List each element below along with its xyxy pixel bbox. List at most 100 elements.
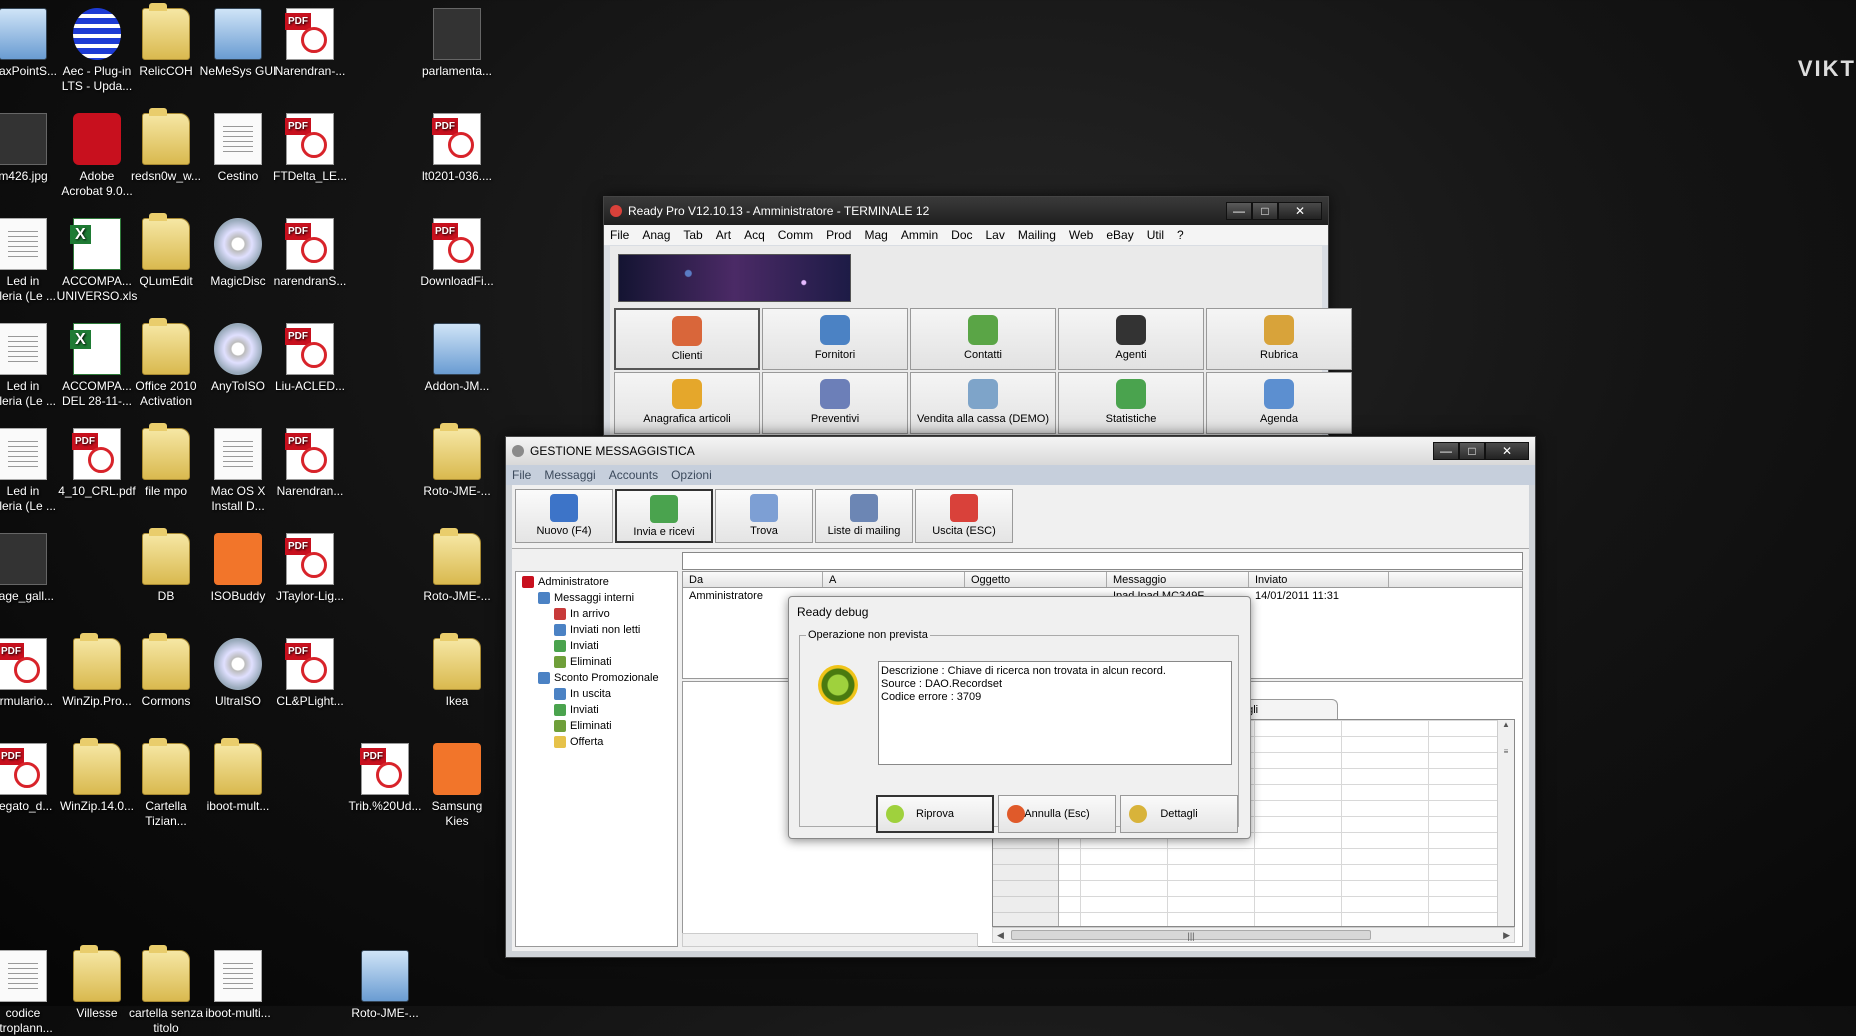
tree-node[interactable]: Administratore — [516, 574, 677, 590]
readypro-menu-util[interactable]: Util — [1147, 228, 1164, 242]
desktop-icon[interactable]: Samsung Kies — [412, 743, 502, 829]
desktop-icon[interactable]: Roto-JME-... — [340, 950, 430, 1021]
search-input[interactable] — [682, 552, 1523, 570]
desktop-icon[interactable]: Addon-JM... — [412, 323, 502, 394]
desktop-icon[interactable]: Roto-JME-... — [412, 528, 502, 604]
readypro-menu-acq[interactable]: Acq — [744, 228, 765, 242]
toolbar-invia-e-ricevibutton[interactable]: Invia e ricevi — [615, 489, 713, 543]
shortcut-contatti[interactable]: Contatti — [910, 308, 1056, 370]
toolbar-divider — [512, 548, 1529, 549]
desktop-icon[interactable]: iboot-mult... — [193, 738, 283, 814]
desktop-icon[interactable]: FTDelta_LE... — [265, 113, 355, 184]
tree-node[interactable]: Offerta — [516, 734, 677, 750]
close-button[interactable]: ✕ — [1485, 442, 1529, 460]
dettagli-button[interactable]: Dettagli — [1120, 795, 1238, 833]
tree-node[interactable]: Eliminati — [516, 654, 677, 670]
list-horizontal-scrollbar[interactable] — [682, 933, 978, 947]
desktop-icon[interactable]: DownloadFi... — [412, 218, 502, 289]
annulla-esc--button[interactable]: Annulla (Esc) — [998, 795, 1116, 833]
messaging-titlebar[interactable]: GESTIONE MESSAGGISTICA — □ ✕ — [506, 437, 1535, 465]
column-header-da[interactable]: Da — [683, 572, 823, 587]
desktop-icon[interactable]: Narendran-... — [265, 8, 355, 79]
maximize-button[interactable]: □ — [1252, 202, 1278, 220]
readypro-menu-mailing[interactable]: Mailing — [1018, 228, 1056, 242]
readypro-menu-doc[interactable]: Doc — [951, 228, 972, 242]
shortcut-fornitori[interactable]: Fornitori — [762, 308, 908, 370]
readypro-menu-ammin[interactable]: Ammin — [901, 228, 938, 242]
readypro-menu-mag[interactable]: Mag — [864, 228, 887, 242]
readypro-menu-comm[interactable]: Comm — [778, 228, 813, 242]
bug-icon — [1007, 805, 1025, 823]
desktop-icon[interactable]: iboot-multi... — [193, 950, 283, 1021]
tree-node[interactable]: Messaggi interni — [516, 590, 677, 606]
maximize-button[interactable]: □ — [1459, 442, 1485, 460]
readypro-menu-art[interactable]: Art — [716, 228, 731, 242]
minimize-button[interactable]: — — [1226, 202, 1252, 220]
disc-icon — [214, 323, 262, 375]
desktop-icon[interactable]: CL&PLight... — [265, 638, 355, 709]
ready-debug-dialog: Ready debug Operazione non prevista Desc… — [788, 596, 1251, 839]
readypro-menu-lav[interactable]: Lav — [986, 228, 1005, 242]
column-header-inviato[interactable]: Inviato — [1249, 572, 1389, 587]
tree-node[interactable]: In arrivo — [516, 606, 677, 622]
readypro-menu-web[interactable]: Web — [1069, 228, 1093, 242]
readypro-menu-anag[interactable]: Anag — [642, 228, 670, 242]
scroll-left-icon[interactable]: ◀ — [997, 930, 1004, 941]
readypro-menu-tab[interactable]: Tab — [683, 228, 702, 242]
desktop-icon[interactable]: Narendran... — [265, 428, 355, 499]
messaging-app-icon — [512, 445, 524, 457]
desktop-icon[interactable]: JTaylor-Lig... — [265, 533, 355, 604]
close-button[interactable]: ✕ — [1278, 202, 1322, 220]
desktop-icon-label: Roto-JME-... — [423, 484, 491, 498]
shortcut-clienti[interactable]: Clienti — [614, 308, 760, 370]
readypro-titlebar[interactable]: Ready Pro V12.10.13 - Amministratore - T… — [604, 197, 1328, 225]
tree-node[interactable]: In uscita — [516, 686, 677, 702]
readypro-menu--[interactable]: ? — [1177, 228, 1184, 242]
horizontal-scrollbar[interactable]: ◀ ||| ▶ — [992, 927, 1515, 943]
toolbar-trovabutton[interactable]: Trova — [715, 489, 813, 543]
messaging-menu-opzioni[interactable]: Opzioni — [671, 468, 712, 482]
readypro-menu-ebay[interactable]: eBay — [1106, 228, 1133, 242]
xls-icon — [70, 218, 121, 270]
error-line: Codice errore : 3709 — [881, 691, 982, 703]
minimize-button[interactable]: — — [1433, 442, 1459, 460]
messaging-menu-messaggi[interactable]: Messaggi — [544, 468, 595, 482]
riprova-button[interactable]: Riprova — [876, 795, 994, 833]
desktop-icon-label: lt0201-036.... — [421, 169, 493, 183]
desktop-icon[interactable]: Roto-JME-... — [412, 423, 502, 499]
toolbar-uscita-esc-button[interactable]: Uscita (ESC) — [915, 489, 1013, 543]
vertical-scrollbar[interactable]: ▲ ≡ — [1497, 720, 1514, 926]
column-header-a[interactable]: A — [823, 572, 965, 587]
tree-node[interactable]: Inviati — [516, 702, 677, 718]
bug-icon — [818, 665, 858, 705]
desktop-icon[interactable]: narendranS... — [265, 218, 355, 289]
tree-node[interactable]: Eliminati — [516, 718, 677, 734]
desktop-icon[interactable]: lt0201-036.... — [412, 113, 502, 184]
shortcut-rubrica[interactable]: Rubrica — [1206, 308, 1352, 370]
tree-node[interactable]: Inviati — [516, 638, 677, 654]
messaging-menu-accounts[interactable]: Accounts — [609, 468, 658, 482]
column-header-messaggio[interactable]: Messaggio — [1107, 572, 1249, 587]
desktop-icon[interactable]: Liu-ACLED... — [265, 323, 355, 394]
shortcut-preventivi[interactable]: Preventivi — [762, 372, 908, 434]
scroll-thumb[interactable]: ||| — [1011, 930, 1371, 941]
shortcut-vendita-alla-cassa-demo-[interactable]: Vendita alla cassa (DEMO) — [910, 372, 1056, 434]
readypro-menu-file[interactable]: File — [610, 228, 629, 242]
shortcut-anagrafica-articoli[interactable]: Anagrafica articoli — [614, 372, 760, 434]
desktop-icon[interactable]: parlamenta... — [412, 8, 502, 79]
folder-icon — [538, 592, 550, 604]
desktop-icon-label: narendranS... — [273, 274, 347, 288]
column-header-oggetto[interactable]: Oggetto — [965, 572, 1107, 587]
messaging-menu-file[interactable]: File — [512, 468, 531, 482]
shortcut-agenda[interactable]: Agenda — [1206, 372, 1352, 434]
tree-node[interactable]: Sconto Promozionale — [516, 670, 677, 686]
toolbar-nuovo-f4-button[interactable]: Nuovo (F4) — [515, 489, 613, 543]
scroll-right-icon[interactable]: ▶ — [1503, 930, 1510, 941]
shortcut-statistiche[interactable]: Statistiche — [1058, 372, 1204, 434]
shortcut-agenti[interactable]: Agenti — [1058, 308, 1204, 370]
tree-node[interactable]: Inviati non letti — [516, 622, 677, 638]
toolbar-liste-di-mailingbutton[interactable]: Liste di mailing — [815, 489, 913, 543]
desktop-icon[interactable]: nage_gall... — [0, 533, 68, 604]
desktop-icon[interactable]: Ikea — [412, 633, 502, 709]
readypro-menu-prod[interactable]: Prod — [826, 228, 851, 242]
